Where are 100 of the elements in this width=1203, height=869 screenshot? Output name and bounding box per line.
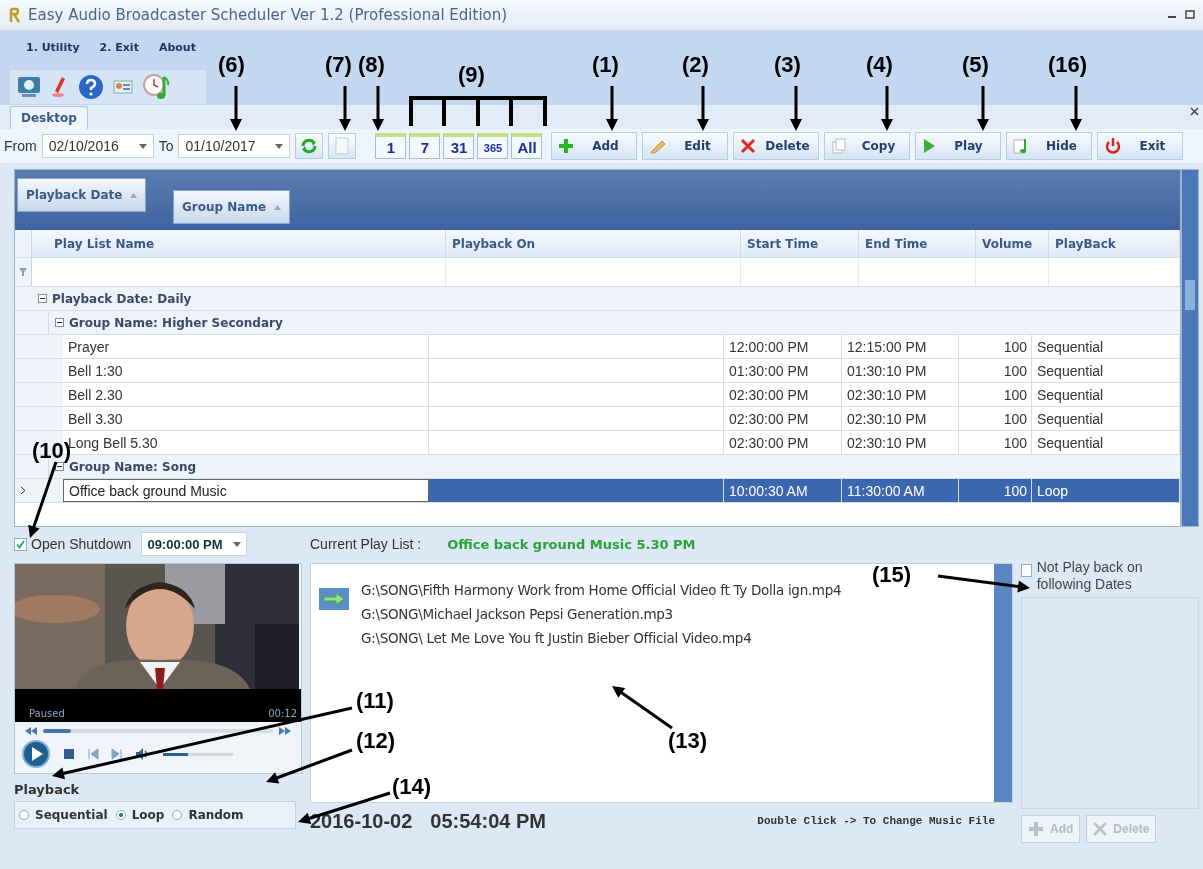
delete-icon (740, 138, 757, 154)
table-cell: Office back ground Music (63, 479, 429, 502)
close-icon[interactable] (1190, 107, 1199, 116)
collapse-icon[interactable] (38, 294, 47, 303)
range-button[interactable]: 1 (375, 133, 407, 159)
window-title: Easy Audio Broadcaster Scheduler Ver 1.2 (Professional Edition) (28, 6, 508, 24)
add-button[interactable]: Add (551, 132, 638, 160)
from-date-field[interactable]: 02/10/2016 (41, 134, 154, 158)
table-cell: 100 (959, 431, 1032, 454)
table-row[interactable]: Office back ground Music 10:00:30 AM 11:30:00 AM 100 Loop (15, 479, 1180, 503)
column-header[interactable]: Volume (976, 230, 1049, 257)
collapse-icon[interactable] (55, 318, 64, 327)
callout-label: (11) (356, 688, 394, 714)
callout-arrow (372, 86, 384, 131)
range-button[interactable]: 7 (409, 133, 441, 159)
collapse-icon[interactable] (55, 462, 64, 471)
hide-button[interactable]: Hide (1006, 132, 1093, 160)
current-date: 2016-10-02 (310, 809, 413, 833)
help-icon[interactable] (78, 74, 104, 100)
column-header[interactable]: Start Time (741, 230, 859, 257)
group-row-label: Group Name: Higher Secondary (69, 315, 283, 330)
callout-label: (7) (325, 52, 352, 78)
checkbox[interactable] (1021, 564, 1032, 577)
range-button[interactable]: 31 (443, 133, 475, 159)
group-row[interactable]: Playback Date: Daily (15, 287, 1180, 311)
range-button[interactable]: All (511, 133, 543, 159)
table-cell: Sequential (1032, 383, 1180, 406)
current-playlist-name: Office back ground Music 5.30 PM (447, 536, 696, 552)
delete-button[interactable]: Delete (733, 132, 820, 160)
column-header[interactable]: PlayBack (1049, 230, 1180, 257)
column-header[interactable]: Playback On (446, 230, 741, 257)
scrollbar[interactable] (994, 564, 1012, 802)
refresh-button[interactable] (295, 133, 324, 159)
monitor-icon[interactable] (16, 75, 42, 99)
checkbox[interactable] (14, 537, 27, 551)
callout-arrow (881, 86, 893, 131)
table-cell: Sequential (1032, 335, 1180, 358)
group-chip[interactable]: Group Name (173, 190, 291, 224)
stop-icon[interactable] (63, 748, 75, 760)
column-header[interactable]: Play List Name (32, 230, 446, 257)
fast-forward-icon[interactable] (279, 727, 291, 735)
menu-item[interactable]: 1. Utility (26, 40, 80, 54)
table-cell: 100 (959, 335, 1032, 358)
file-path[interactable]: G:\SONG\Fifth Harmony Work from Home Official Video ft Ty Dolla ign.mp4 (361, 578, 842, 602)
refresh-icon (300, 137, 319, 155)
play-button[interactable] (21, 739, 51, 769)
copy-button[interactable]: Copy (824, 132, 911, 160)
player-status: Paused (29, 708, 65, 719)
table-cell: 02:30:00 PM (724, 407, 842, 430)
callout-arrow (977, 86, 989, 131)
radio-option[interactable]: Sequential (19, 808, 108, 822)
play-button[interactable]: Play (915, 132, 1002, 160)
table-row[interactable]: Bell 1:30 01:30:00 PM 01:30:10 PM 100 Sequential (15, 359, 1180, 383)
seek-bar-fill[interactable] (43, 729, 71, 733)
table-row[interactable]: Prayer 12:00:00 PM 12:15:00 PM 100 Sequential (15, 335, 1180, 359)
tab[interactable]: Desktop (10, 106, 88, 129)
menu-item[interactable]: 2. Exit (99, 40, 139, 54)
callout-label: (1) (592, 52, 619, 78)
rewind-icon[interactable] (25, 727, 37, 735)
menu-item[interactable]: About (158, 40, 196, 54)
callout-arrow (1070, 86, 1082, 131)
hint-text: Double Click -> To Change Music File (757, 815, 996, 827)
next-icon[interactable] (111, 748, 123, 760)
radio-option[interactable]: Loop (115, 808, 165, 822)
table-cell: 100 (959, 479, 1032, 502)
volume-slider-fill[interactable] (163, 752, 188, 756)
callout-label: (15) (872, 562, 912, 588)
table-cell: Bell 1:30 (63, 359, 429, 382)
callout-label: (16) (1048, 52, 1088, 78)
time-field[interactable]: 09:00:00 PM (141, 532, 247, 556)
range-button[interactable]: 365 (477, 133, 509, 159)
clock-music-icon[interactable] (142, 72, 172, 102)
table-cell: 12:15:00 PM (842, 335, 959, 358)
filter-icon[interactable] (19, 268, 27, 276)
previous-icon[interactable] (87, 748, 99, 760)
callout-label: (9) (458, 62, 485, 88)
current-playlist-label: Current Play List : (310, 536, 422, 552)
dropdown-icon (232, 541, 241, 547)
table-cell: Sequential (1032, 359, 1180, 382)
to-date-field[interactable]: 01/10/2017 (178, 134, 291, 158)
callout-label: (14) (392, 774, 432, 800)
edit-button[interactable]: Edit (642, 132, 729, 160)
table-cell: 02:30:10 PM (842, 383, 959, 406)
checkbox-label: Not Play back on following Dates (1036, 559, 1144, 593)
column-header[interactable]: End Time (859, 230, 976, 257)
callout-label: (8) (358, 52, 385, 78)
table-row[interactable]: Bell 2.30 02:30:00 PM 02:30:10 PM 100 Sequential (15, 383, 1180, 407)
scrollbar[interactable] (1181, 169, 1199, 527)
group-chip[interactable]: Playback Date (17, 178, 147, 212)
table-cell: 10:00:30 AM (724, 479, 842, 502)
app-logo-icon (8, 7, 22, 23)
group-row[interactable]: Group Name: Higher Secondary (15, 311, 1180, 335)
exit-button[interactable]: Exit (1097, 132, 1184, 160)
radio-option[interactable]: Random (172, 808, 244, 822)
table-cell: 02:30:00 PM (724, 431, 842, 454)
maximize-icon[interactable] (1185, 10, 1195, 20)
table-row[interactable]: Bell 3.30 02:30:00 PM 02:30:10 PM 100 Sequential (15, 407, 1180, 431)
file-path[interactable]: G:\SONG\Michael Jackson Pepsi Generation.mp3 (361, 602, 842, 626)
file-path[interactable]: G:\SONG\ Let Me Love You ft Justin Bieber Official Video.mp4 (361, 626, 842, 650)
current-row-icon (20, 486, 26, 495)
